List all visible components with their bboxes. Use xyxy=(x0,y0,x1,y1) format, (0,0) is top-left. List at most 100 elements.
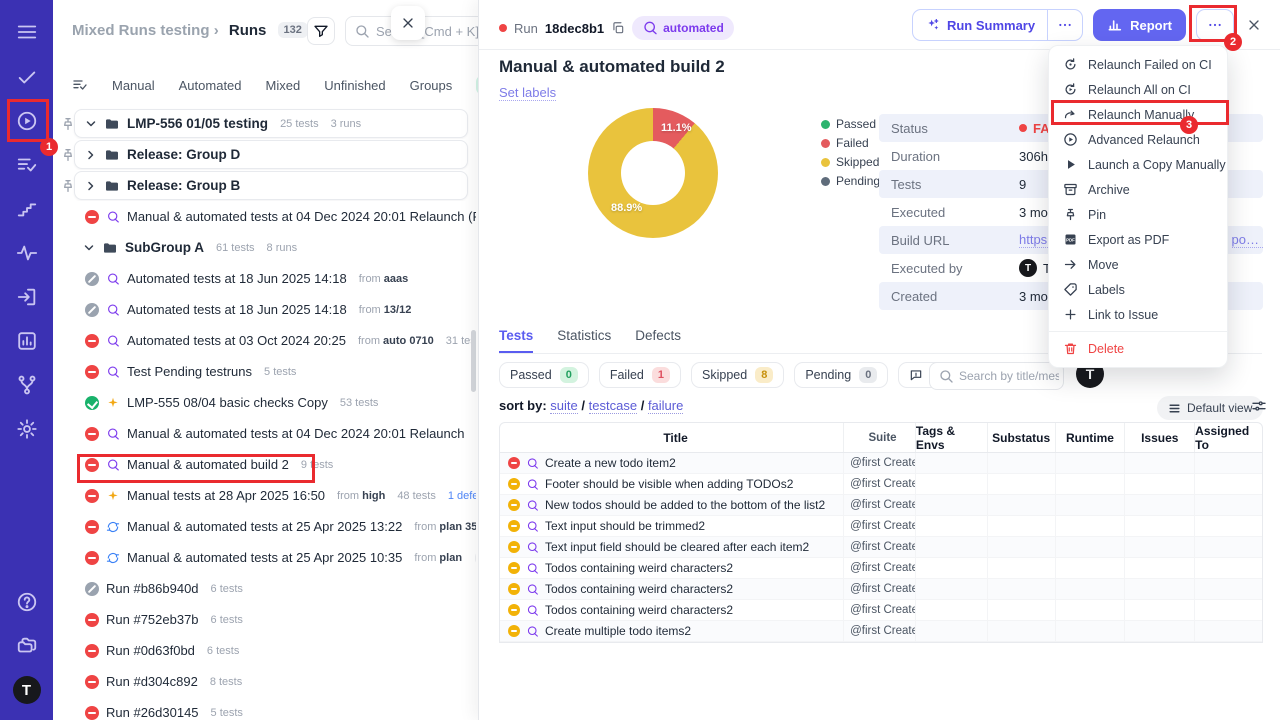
sidebar-item-branch[interactable] xyxy=(0,363,53,407)
menu-item-archive[interactable]: Archive xyxy=(1049,177,1227,202)
filter-pill-passed[interactable]: Passed0 xyxy=(499,362,589,388)
menu-item-delete[interactable]: Delete xyxy=(1049,336,1227,361)
sort-link-suite[interactable]: suite xyxy=(550,398,577,414)
user-avatar[interactable]: T xyxy=(13,676,41,704)
column-header-suite[interactable]: Suite xyxy=(844,423,916,452)
menu-item-labels[interactable]: Labels xyxy=(1049,277,1227,302)
chevron-down-icon[interactable] xyxy=(85,118,97,130)
group-list-item[interactable]: Release: Group D xyxy=(53,139,476,170)
copy-icon[interactable] xyxy=(611,21,625,35)
menu-item-relaunch-manually[interactable]: Relaunch Manually xyxy=(1049,102,1227,127)
runs-tab-mixed[interactable]: Mixed xyxy=(266,78,301,93)
run-list-item[interactable]: Run #752eb37b6 tests xyxy=(53,604,476,635)
chevron-right-icon[interactable] xyxy=(85,149,97,161)
sidebar-item-play-circle[interactable] xyxy=(0,99,53,143)
runs-tab-automated[interactable]: Automated xyxy=(179,78,242,93)
table-row[interactable]: Footer should be visible when adding TOD… xyxy=(500,474,1262,495)
defects-link[interactable]: 1 defects xyxy=(448,490,476,502)
run-type-badge[interactable]: automated xyxy=(632,16,734,40)
sidebar-item-help[interactable] xyxy=(0,580,53,624)
menu-item-link-to-issue[interactable]: Link to Issue xyxy=(1049,302,1227,327)
pin-icon[interactable] xyxy=(60,178,74,194)
run-list-item[interactable]: Manual & automated tests at 04 Dec 2024 … xyxy=(53,418,476,449)
sort-link-failure[interactable]: failure xyxy=(648,398,683,414)
sidebar-item-list-check[interactable] xyxy=(0,143,53,187)
sidebar-item-menu[interactable] xyxy=(0,10,53,54)
table-row[interactable]: New todos should be added to the bottom … xyxy=(500,495,1262,516)
runs-tab-groups[interactable]: Groups xyxy=(410,78,453,93)
run-list-item[interactable]: Manual & automated tests at 25 Apr 2025 … xyxy=(53,511,476,542)
group-list-item[interactable]: SubGroup A61 tests8 runs xyxy=(53,232,476,263)
run-list-item[interactable]: Manual & automated tests at 04 Dec 2024 … xyxy=(53,201,476,232)
sidebar-item-steps[interactable] xyxy=(0,187,53,231)
column-header-substatus[interactable]: Substatus xyxy=(988,423,1056,452)
sort-link-testcase[interactable]: testcase xyxy=(589,398,637,414)
filter-pill-skipped[interactable]: Skipped8 xyxy=(691,362,784,388)
report-button[interactable]: Report xyxy=(1093,9,1186,41)
sidebar-item-folders[interactable] xyxy=(0,624,53,668)
sidebar-item-gear[interactable] xyxy=(0,407,53,451)
run-list-item[interactable]: Manual & automated build 29 tests xyxy=(53,449,476,480)
chevron-right-icon[interactable] xyxy=(85,180,97,192)
menu-item-relaunch-failed-on-ci[interactable]: Relaunch Failed on CI xyxy=(1049,52,1227,77)
run-list-item[interactable]: Run #0d63f0bd6 tests xyxy=(53,635,476,666)
run-list-item[interactable]: Test Pending testruns5 tests xyxy=(53,356,476,387)
table-row[interactable]: Todos containing weird characters2@first… xyxy=(500,600,1262,621)
run-summary-more-button[interactable] xyxy=(1047,10,1082,40)
runs-tab-unfinished[interactable]: Unfinished xyxy=(324,78,385,93)
column-header-assigned-to[interactable]: Assigned To xyxy=(1195,423,1262,452)
filter-button[interactable] xyxy=(307,17,335,45)
tests-search-input[interactable] xyxy=(959,369,1059,383)
default-view-button[interactable]: Default view xyxy=(1157,396,1263,420)
tests-search[interactable] xyxy=(929,362,1064,390)
chevron-down-icon[interactable] xyxy=(83,242,95,254)
column-header-runtime[interactable]: Runtime xyxy=(1056,423,1126,452)
column-header-issues[interactable]: Issues xyxy=(1125,423,1195,452)
group-list-item[interactable]: Release: Group B xyxy=(53,170,476,201)
group-list-item[interactable]: LMP-556 01/05 testing25 tests3 runs xyxy=(53,108,476,139)
table-row[interactable]: Text input should be trimmed2@first Crea… xyxy=(500,516,1262,537)
run-summary-button[interactable]: Run Summary xyxy=(912,9,1083,41)
run-list-item[interactable]: LMP-555 08/04 basic checks Copy53 tests xyxy=(53,387,476,418)
detail-close-button[interactable] xyxy=(1246,17,1262,33)
pin-icon[interactable] xyxy=(60,116,74,132)
run-list-item[interactable]: Automated tests at 18 Jun 2025 14:18from… xyxy=(53,294,476,325)
menu-item-pin[interactable]: Pin xyxy=(1049,202,1227,227)
tab-defects[interactable]: Defects xyxy=(635,328,681,353)
sidebar-item-pulse[interactable] xyxy=(0,231,53,275)
run-list-item[interactable]: Run #26d301455 tests xyxy=(53,697,476,720)
tab-tests[interactable]: Tests xyxy=(499,328,533,353)
sidebar-item-chart-box[interactable] xyxy=(0,319,53,363)
filter-pill-pending[interactable]: Pending0 xyxy=(794,362,888,388)
menu-item-export-as-pdf[interactable]: PDFExport as PDF xyxy=(1049,227,1227,252)
menu-item-relaunch-all-on-ci[interactable]: Relaunch All on CI xyxy=(1049,77,1227,102)
column-header-tags-envs[interactable]: Tags & Envs xyxy=(916,423,988,452)
run-list-item[interactable]: Automated tests at 18 Jun 2025 14:18from… xyxy=(53,263,476,294)
tab-statistics[interactable]: Statistics xyxy=(557,328,611,353)
table-row[interactable]: Create multiple todo items2@first Create… xyxy=(500,621,1262,642)
runs-tab-manual[interactable]: Manual xyxy=(112,78,155,93)
run-list-item[interactable]: Run #d304c8928 tests xyxy=(53,666,476,697)
scrollbar-thumb[interactable] xyxy=(471,330,476,392)
table-row[interactable]: Create a new todo item2@first Create … xyxy=(500,453,1262,474)
breadcrumb-project[interactable]: Mixed Runs testing xyxy=(72,22,210,39)
column-header-title[interactable]: Title xyxy=(500,423,844,452)
table-row[interactable]: Text input field should be cleared after… xyxy=(500,537,1262,558)
menu-item-move[interactable]: Move xyxy=(1049,252,1227,277)
pin-icon[interactable] xyxy=(60,147,74,163)
run-list-item[interactable]: Run #b86b940d6 tests xyxy=(53,573,476,604)
table-row[interactable]: Todos containing weird characters2@first… xyxy=(500,558,1262,579)
table-row[interactable]: Todos containing weird characters2@first… xyxy=(500,579,1262,600)
menu-item-advanced-relaunch[interactable]: Advanced Relaunch xyxy=(1049,127,1227,152)
run-list-item[interactable]: Manual & automated tests at 25 Apr 2025 … xyxy=(53,542,476,573)
sidebar-item-import[interactable] xyxy=(0,275,53,319)
filter-pill-failed[interactable]: Failed1 xyxy=(599,362,681,388)
select-runs-icon[interactable] xyxy=(72,77,88,93)
run-list-item[interactable]: Manual tests at 28 Apr 2025 16:50from hi… xyxy=(53,480,476,511)
column-settings-button[interactable] xyxy=(1251,398,1267,414)
run-list-item[interactable]: Automated tests at 03 Oct 2024 20:25from… xyxy=(53,325,476,356)
set-labels-link[interactable]: Set labels xyxy=(499,85,556,101)
menu-item-launch-a-copy-manually[interactable]: Launch a Copy Manually xyxy=(1049,152,1227,177)
more-actions-button[interactable] xyxy=(1196,9,1234,41)
sidebar-item-check[interactable] xyxy=(0,55,53,99)
